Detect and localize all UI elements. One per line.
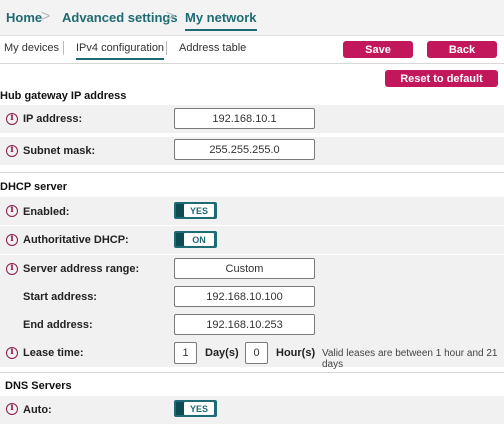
info-icon[interactable]: i <box>6 145 18 157</box>
dhcp-enabled-toggle[interactable]: YES <box>174 202 217 219</box>
lease-hours-input[interactable]: 0 <box>245 342 268 364</box>
ip-address-label: IP address: <box>23 113 83 125</box>
info-icon[interactable]: i <box>6 403 18 415</box>
subnet-mask-input[interactable]: 255.255.255.0 <box>174 139 315 160</box>
dns-auto-label: Auto: <box>23 404 52 416</box>
chevron-right-icon: > <box>41 8 51 25</box>
info-icon[interactable]: i <box>6 113 18 125</box>
lease-days-input[interactable]: 1 <box>174 342 197 364</box>
tab-my-devices[interactable]: My devices <box>4 42 59 54</box>
server-address-range-label: Server address range: <box>23 263 140 275</box>
toggle-state-text: ON <box>184 233 214 246</box>
row-dns-auto <box>0 396 504 424</box>
start-address-label: Start address: <box>23 291 97 303</box>
subnet-mask-label: Subnet mask: <box>23 145 96 157</box>
tab-address-table[interactable]: Address table <box>179 42 246 54</box>
back-button[interactable]: Back <box>427 41 497 58</box>
info-icon[interactable]: i <box>6 205 18 217</box>
tab-divider <box>166 41 167 55</box>
divider <box>0 172 504 173</box>
toggle-knob <box>176 233 184 246</box>
chevron-right-icon: > <box>166 8 176 25</box>
toggle-knob <box>176 402 184 415</box>
breadcrumb-advanced-settings[interactable]: Advanced settings <box>62 10 178 25</box>
lease-time-label: Lease time: <box>23 347 84 359</box>
toggle-state-text: YES <box>184 402 214 415</box>
breadcrumb-home-label: Home <box>6 10 43 25</box>
save-button[interactable]: Save <box>343 41 413 58</box>
authoritative-dhcp-label: Authoritative DHCP: <box>23 234 129 246</box>
info-icon[interactable]: i <box>6 234 18 246</box>
lease-time-hint: Valid leases are between 1 hour and 21 d… <box>322 348 498 370</box>
divider <box>0 372 504 373</box>
breadcrumb-current-label: My network <box>185 10 257 25</box>
breadcrumb-my-network[interactable]: My network <box>185 10 257 31</box>
section-title-dns-servers: DNS Servers <box>5 380 72 392</box>
hours-unit-label: Hour(s) <box>276 347 316 359</box>
section-title-dhcp-server: DHCP server <box>0 181 68 193</box>
breadcrumb-home[interactable]: Home <box>6 10 42 25</box>
authoritative-dhcp-toggle[interactable]: ON <box>174 231 217 248</box>
toggle-knob <box>176 204 184 217</box>
divider <box>0 63 504 64</box>
row-dhcp-enabled <box>0 197 504 225</box>
dhcp-enabled-label: Enabled: <box>23 206 70 218</box>
tab-my-devices-label: My devices <box>4 42 60 54</box>
info-icon[interactable]: i <box>6 263 18 275</box>
end-address-label: End address: <box>23 319 93 331</box>
server-address-range-select[interactable]: Custom <box>174 258 315 279</box>
dns-auto-toggle[interactable]: YES <box>174 400 217 417</box>
tab-ipv4-configuration[interactable]: IPv4 configuration <box>76 42 165 60</box>
tab-divider <box>63 41 64 55</box>
days-unit-label: Day(s) <box>205 347 239 359</box>
end-address-input[interactable]: 192.168.10.253 <box>174 314 315 335</box>
toggle-state-text: YES <box>184 204 214 217</box>
reset-to-default-button[interactable]: Reset to default <box>385 70 498 87</box>
info-icon[interactable]: i <box>6 347 18 359</box>
breadcrumb-advanced-label: Advanced settings <box>62 10 178 25</box>
ip-address-input[interactable]: 192.168.10.1 <box>174 108 315 129</box>
section-title-hub-gateway: Hub gateway IP address <box>0 90 127 102</box>
tab-ipv4-label: IPv4 configuration <box>76 42 165 54</box>
tab-address-table-label: Address table <box>179 42 247 54</box>
breadcrumb: Home > Advanced settings > My network <box>0 0 504 36</box>
start-address-input[interactable]: 192.168.10.100 <box>174 286 315 307</box>
